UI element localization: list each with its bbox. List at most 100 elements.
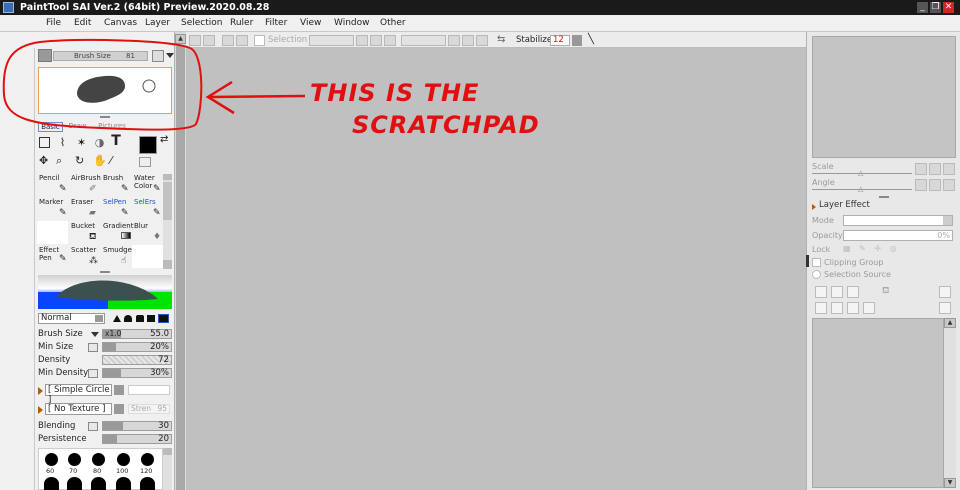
flip-icon[interactable]: ⇆ <box>497 34 505 45</box>
scale-thumb[interactable]: △ <box>858 169 863 177</box>
presets-scroll-up[interactable] <box>163 448 172 455</box>
new-linework-layer-icon[interactable] <box>831 286 843 298</box>
minimize-button[interactable]: _ <box>917 2 928 13</box>
splitter-handle-2[interactable] <box>100 271 110 273</box>
tool-grid-scroll-thumb[interactable] <box>163 182 172 220</box>
presets-scrollbar[interactable] <box>163 448 172 490</box>
tip-round-icon[interactable] <box>124 315 132 322</box>
layer-grid-icon[interactable] <box>939 302 951 314</box>
layer-bucket-icon[interactable]: ⛾ <box>882 286 889 297</box>
tip-flat-icon[interactable] <box>136 315 144 322</box>
density-slider[interactable]: 72 <box>102 355 172 365</box>
size-preset-row2-3[interactable] <box>91 477 106 490</box>
line-tool-icon[interactable]: ╲ <box>588 34 594 45</box>
size-preset-100[interactable] <box>117 453 130 466</box>
pressure-curve-icon[interactable] <box>88 343 98 352</box>
scratchpad-tab-icon[interactable] <box>38 49 52 62</box>
zoom-reset-button[interactable] <box>384 35 396 46</box>
primary-color-swatch[interactable] <box>139 136 157 154</box>
left-panel-scrollbar[interactable]: ▲ <box>175 32 186 490</box>
size-preset-row2-2[interactable] <box>67 477 82 490</box>
rotate-left-button[interactable] <box>448 35 460 46</box>
clipping-group-checkbox[interactable] <box>812 258 821 267</box>
zoom-icon[interactable]: ⌕ <box>56 154 69 167</box>
redo-button[interactable] <box>203 35 215 46</box>
menu-view[interactable]: View <box>300 17 321 29</box>
texture-select[interactable]: [ No Texture ] <box>45 403 112 415</box>
close-button[interactable]: ✕ <box>943 2 954 13</box>
shape-strength-field[interactable] <box>128 385 170 395</box>
scale-up-button[interactable] <box>929 163 941 175</box>
splitter-handle[interactable] <box>100 116 110 118</box>
size-preset-80[interactable] <box>92 453 105 466</box>
undo-button[interactable] <box>189 35 201 46</box>
min-density-slider[interactable]: 30% <box>102 368 172 378</box>
size-preset-row2-1[interactable] <box>44 477 59 490</box>
panel-collapse-handle[interactable] <box>806 255 809 267</box>
layer-effect-label[interactable]: Layer Effect <box>819 200 870 210</box>
angle-ccw-button[interactable] <box>915 179 927 191</box>
rotation-select[interactable] <box>401 35 446 46</box>
invert-selection-button[interactable] <box>236 35 248 46</box>
tip-sharp-icon[interactable] <box>113 315 121 322</box>
pressure-curve-icon-3[interactable] <box>88 422 98 431</box>
chevron-down-icon[interactable] <box>91 332 99 337</box>
scale-down-button[interactable] <box>915 163 927 175</box>
layer-scroll-down[interactable]: ▼ <box>944 478 956 488</box>
move-icon[interactable]: ✥ <box>39 154 52 167</box>
menu-filter[interactable]: Filter <box>265 17 287 29</box>
merge-down-icon[interactable] <box>831 302 843 314</box>
new-layer-icon[interactable] <box>815 286 827 298</box>
min-size-slider[interactable]: 20% <box>102 342 172 352</box>
tip-square-icon[interactable] <box>147 315 155 322</box>
eyedropper-icon[interactable]: ⁄ <box>110 154 123 167</box>
left-scroll-thumb[interactable] <box>176 46 185 490</box>
deselect-button[interactable] <box>222 35 234 46</box>
tab-basic[interactable]: Basic <box>38 122 63 132</box>
texture-strength-field[interactable]: Stren 95 <box>128 404 170 414</box>
stabilizer-input[interactable]: 12 <box>550 35 570 46</box>
angle-reset-button[interactable] <box>943 179 955 191</box>
splitter-handle-3[interactable] <box>879 196 889 198</box>
layer-mask-icon[interactable] <box>939 286 951 298</box>
pressure-curve-icon-2[interactable] <box>88 369 98 378</box>
zoom-select[interactable] <box>309 35 354 46</box>
swap-colors-icon[interactable]: ⇄ <box>160 134 171 145</box>
new-folder-icon[interactable] <box>847 286 859 298</box>
tool-grid-scroll-up[interactable] <box>163 174 172 180</box>
tool-empty-slot[interactable] <box>37 221 68 244</box>
secondary-color-swatch[interactable] <box>139 157 151 167</box>
angle-thumb[interactable]: △ <box>858 185 863 193</box>
expand-arrow-icon[interactable] <box>38 387 43 395</box>
scratchpad-clear-icon[interactable] <box>152 50 164 62</box>
lock-icons[interactable]: ▦ ✎ ✢ ◎ <box>843 244 900 253</box>
menu-file[interactable]: File <box>46 17 61 29</box>
chevron-down-icon[interactable] <box>166 53 174 58</box>
brush-size-bar[interactable]: Brush Size 81 <box>53 51 148 61</box>
size-preset-70[interactable] <box>68 453 81 466</box>
size-preset-row2-5[interactable] <box>140 477 155 490</box>
size-preset-120[interactable] <box>141 453 154 466</box>
scale-reset-button[interactable] <box>943 163 955 175</box>
brush-shape-select[interactable]: [ Simple Circle ] <box>45 384 112 405</box>
size-preset-60[interactable] <box>45 453 58 466</box>
lasso-icon[interactable]: ⌇ <box>56 136 69 149</box>
left-scroll-up[interactable]: ▲ <box>175 34 186 44</box>
opacity-slider[interactable]: 0% <box>843 230 953 241</box>
text-tool-icon[interactable]: T <box>109 134 123 149</box>
chevron-down-icon[interactable] <box>114 404 124 414</box>
rect-select-icon[interactable] <box>39 137 50 148</box>
tool-empty-slot-2[interactable] <box>132 245 163 268</box>
tool-smudge[interactable]: Smudge <box>101 245 132 268</box>
chevron-down-icon[interactable] <box>943 216 952 225</box>
hand-icon[interactable]: ✋ <box>93 154 107 167</box>
menu-other[interactable]: Other <box>380 17 406 29</box>
rotate-right-button[interactable] <box>462 35 474 46</box>
zoom-out-button[interactable] <box>356 35 368 46</box>
layer-scroll-up[interactable]: ▲ <box>944 318 956 328</box>
expand-arrow-icon-2[interactable] <box>38 406 43 414</box>
menu-layer[interactable]: Layer <box>145 17 170 29</box>
clear-layer-icon[interactable] <box>847 302 859 314</box>
chevron-down-icon[interactable] <box>114 385 124 395</box>
blending-slider[interactable]: 30 <box>102 421 172 431</box>
